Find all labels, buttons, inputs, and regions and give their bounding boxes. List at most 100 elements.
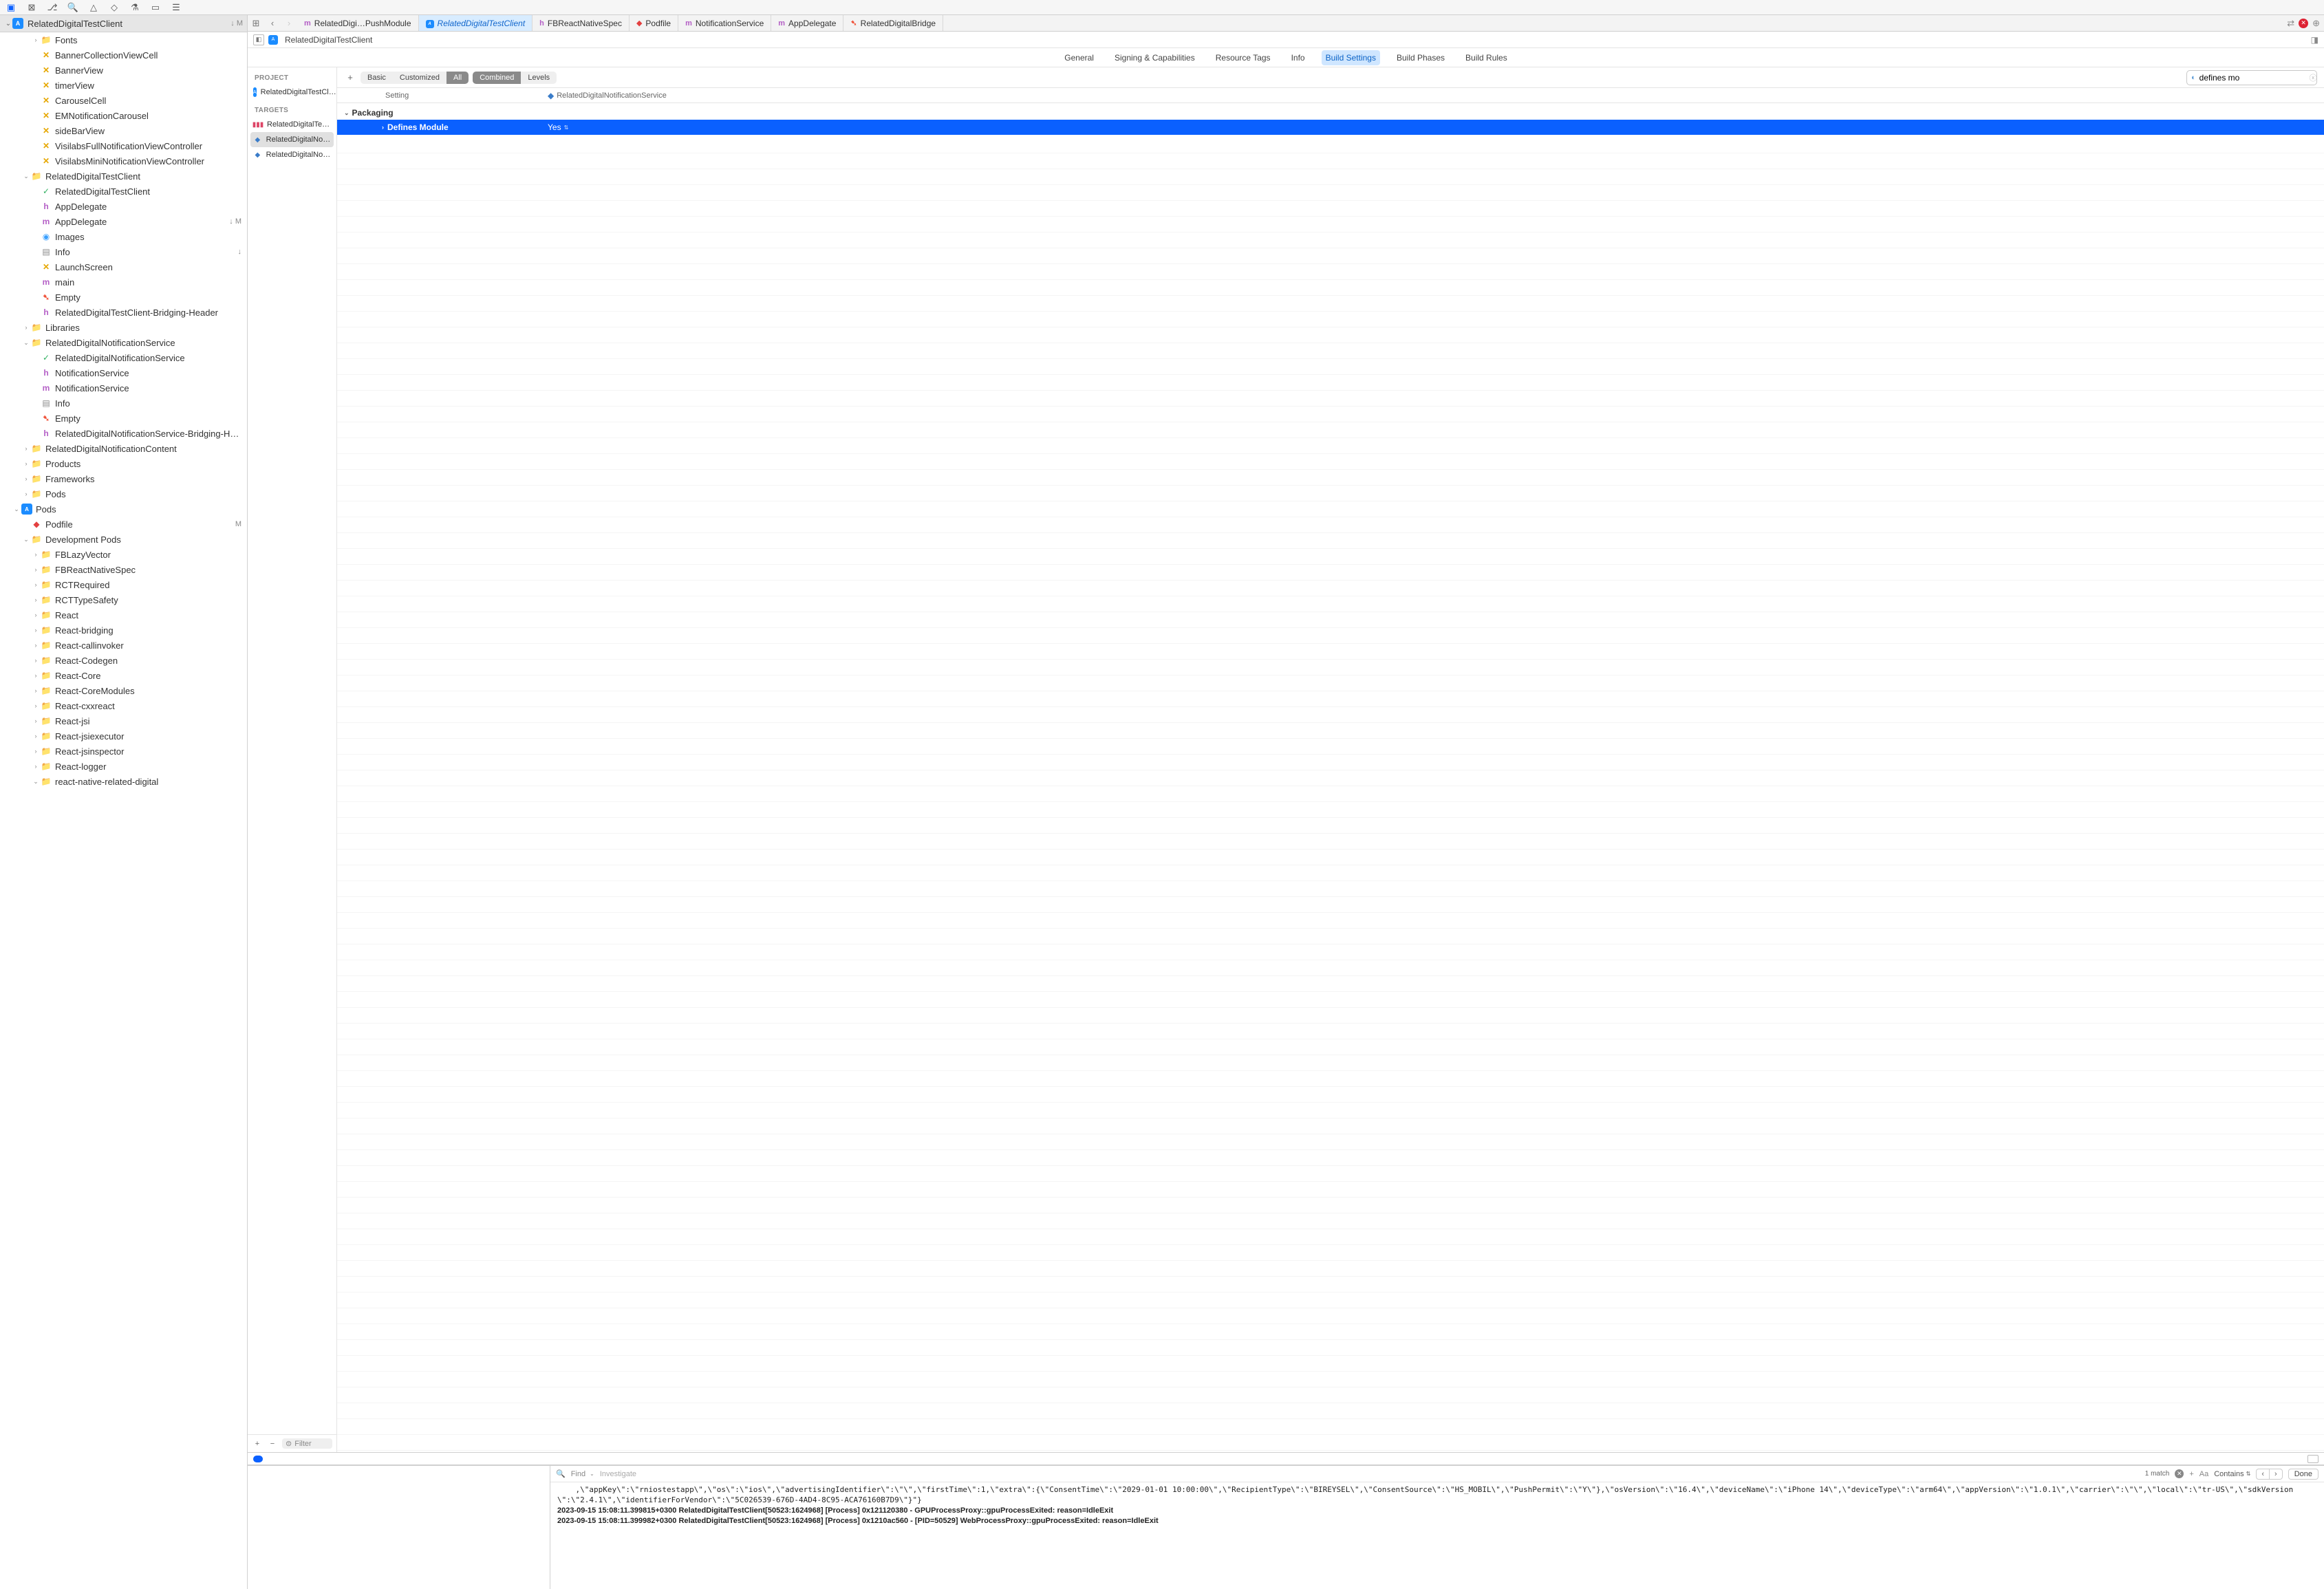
project-header[interactable]: ⌄ A RelatedDigitalTestClient ↓ M [0,15,247,32]
nav-row[interactable]: ✓RelatedDigitalNotificationService [0,350,247,365]
disclosure-icon[interactable]: › [22,475,30,482]
disclosure-icon[interactable]: › [32,748,40,755]
disclosure-icon[interactable]: › [32,612,40,618]
add-editor-icon[interactable]: ⊕ [2312,18,2320,29]
nav-row[interactable]: ➷Empty [0,290,247,305]
config-tab[interactable]: Info [1287,50,1309,65]
close-square-icon[interactable]: ⊠ [26,2,37,13]
nav-row[interactable]: ›📁Fonts [0,32,247,47]
issues-icon[interactable]: △ [88,2,99,13]
case-sensitive-toggle[interactable]: Aa [2199,1470,2208,1478]
navigator-tree[interactable]: ›📁Fonts✕BannerCollectionViewCell✕BannerV… [0,32,247,1589]
disclosure-icon[interactable]: ⌄ [22,536,30,543]
nav-row[interactable]: ›📁React-bridging [0,623,247,638]
nav-row[interactable]: ›📁React-logger [0,759,247,774]
nav-row[interactable]: ➷Empty [0,411,247,426]
nav-row[interactable]: ✕BannerView [0,63,247,78]
disclosure-icon[interactable]: ⌄ [12,506,21,513]
nav-row[interactable]: ›📁React-jsi [0,713,247,728]
editor-tab[interactable]: mAppDelegate [771,15,843,31]
nav-row[interactable]: mNotificationService [0,380,247,396]
forward-button[interactable]: › [281,15,297,31]
editor-tab[interactable]: mRelatedDigi…PushModule [297,15,419,31]
nav-row[interactable]: ›📁React-Core [0,668,247,683]
disclosure-icon[interactable]: › [22,324,30,331]
nav-row[interactable]: ⌄📁Development Pods [0,532,247,547]
nav-row[interactable]: ›📁RCTRequired [0,577,247,592]
toggle-right-panel-icon[interactable]: ◨ [2311,35,2318,45]
disclosure-icon[interactable]: › [32,36,40,43]
nav-row[interactable]: ✕CarouselCell [0,93,247,108]
nav-row[interactable]: mmain [0,274,247,290]
editor-tab[interactable]: hFBReactNativeSpec [532,15,630,31]
editor-tab[interactable]: ARelatedDigitalTestClient [419,15,533,31]
nav-row[interactable]: ⌄📁RelatedDigitalTestClient [0,169,247,184]
config-tab[interactable]: Build Settings [1322,50,1380,65]
setting-value-cell[interactable]: Yes ⇅ [544,122,2324,132]
nav-row[interactable]: ✓RelatedDigitalTestClient [0,184,247,199]
disclosure-icon[interactable]: › [22,445,30,452]
disclosure-icon[interactable]: › [32,702,40,709]
setting-row-selected[interactable]: › Defines Module Yes ⇅ [337,120,2324,135]
search-icon[interactable]: 🔍 [556,1469,566,1478]
disclosure-icon[interactable]: › [32,642,40,649]
nav-row[interactable]: ›📁RelatedDigitalNotificationContent [0,441,247,456]
nav-row[interactable]: hAppDelegate [0,199,247,214]
toggle-debug-panel-icon[interactable] [2307,1455,2318,1463]
target-row[interactable]: ◆RelatedDigitalNotifi… [248,147,336,162]
clear-search-icon[interactable]: ⓧ [2310,72,2317,83]
config-tab[interactable]: Resource Tags [1212,50,1275,65]
disclosure-icon[interactable]: › [32,687,40,694]
section-packaging[interactable]: ⌄ Packaging [337,106,2324,120]
find-next-button[interactable]: › [2270,1469,2282,1479]
nav-row[interactable]: ›📁Libraries [0,320,247,335]
nav-row[interactable]: ›📁React-cxxreact [0,698,247,713]
add-target-button[interactable]: + [252,1440,263,1448]
investigate-field[interactable]: Investigate [600,1470,636,1478]
nav-row[interactable]: ◆PodfileM [0,517,247,532]
nav-row[interactable]: ›📁RCTTypeSafety [0,592,247,607]
config-tab[interactable]: Signing & Capabilities [1110,50,1199,65]
nav-row[interactable]: ›📁React-callinvoker [0,638,247,653]
nav-row[interactable]: ✕LaunchScreen [0,259,247,274]
targets-filter[interactable]: ⊜ Filter [282,1438,332,1449]
tests-icon[interactable]: ◇ [109,2,120,13]
find-dropdown[interactable]: Find ⌄ [571,1470,594,1478]
disclosure-icon[interactable]: ⌄ [22,339,30,347]
disclosure-icon[interactable]: › [32,657,40,664]
nav-row[interactable]: ›📁FBLazyVector [0,547,247,562]
disclosure-icon[interactable]: › [32,733,40,739]
source-control-icon[interactable]: ⎇ [47,2,58,13]
breakpoints-icon[interactable]: ▭ [150,2,161,13]
target-row[interactable]: ◆RelatedDigitalNotifi… [250,132,334,147]
nav-row[interactable]: ›📁React [0,607,247,623]
nav-row[interactable]: hRelatedDigitalNotificationService-Bridg… [0,426,247,441]
find-prev-button[interactable]: ‹ [2257,1469,2270,1479]
editor-tab[interactable]: ➷RelatedDigitalBridge [843,15,943,31]
chevron-down-icon[interactable]: ⌄ [4,20,12,28]
segment-option[interactable]: All [446,72,469,84]
disclosure-icon[interactable]: ⌄ [22,173,30,180]
nav-row[interactable]: ⌄APods [0,501,247,517]
segment-option[interactable]: Combined [473,72,521,84]
config-tab[interactable]: Build Phases [1392,50,1449,65]
breadcrumb-project[interactable]: RelatedDigitalTestClient [285,35,372,45]
nav-row[interactable]: ▤Info↓ [0,244,247,259]
close-find-icon[interactable]: ✕ [2175,1469,2184,1478]
disclosure-icon[interactable]: › [32,566,40,573]
disclosure-icon[interactable]: › [32,717,40,724]
disclosure-icon[interactable]: › [32,551,40,558]
nav-row[interactable]: ⌄📁RelatedDigitalNotificationService [0,335,247,350]
nav-row[interactable]: ›📁Frameworks [0,471,247,486]
related-items-icon[interactable]: ⊞ [248,15,264,31]
disclosure-icon[interactable]: › [22,490,30,497]
disclosure-icon[interactable]: ⌄ [32,778,40,786]
back-button[interactable]: ‹ [264,15,281,31]
process-indicator[interactable] [253,1456,263,1462]
nav-row[interactable]: ›📁React-CoreModules [0,683,247,698]
done-button[interactable]: Done [2288,1469,2318,1480]
debug-icon[interactable]: ⚗ [129,2,140,13]
config-tab[interactable]: General [1060,50,1098,65]
editor-tab[interactable]: mNotificationService [678,15,771,31]
nav-row[interactable]: ✕timerView [0,78,247,93]
